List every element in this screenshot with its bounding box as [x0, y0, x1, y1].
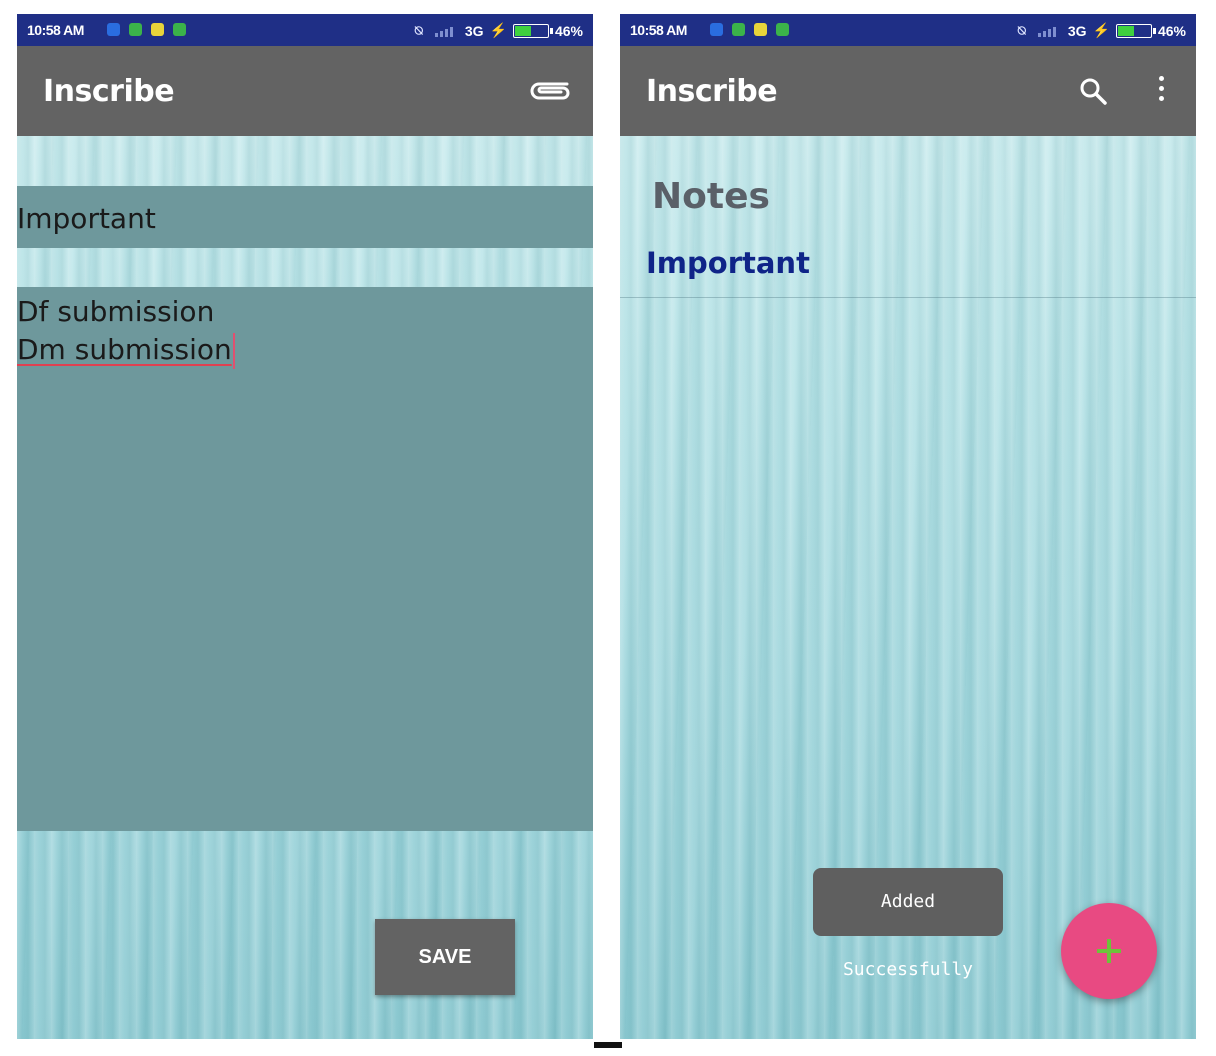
app-title: Inscribe — [43, 74, 175, 109]
note-title-value: Important — [17, 202, 156, 235]
paperclip-icon[interactable] — [527, 76, 573, 106]
note-body-line-with-cursor: Dm submission — [17, 331, 593, 369]
notification-icon — [754, 23, 767, 36]
battery-percent: 46% — [554, 22, 583, 39]
notification-icon — [732, 23, 745, 36]
network-type: 3G — [464, 22, 484, 39]
mute-icon: ⍉ — [414, 22, 423, 38]
add-note-button[interactable] — [1061, 903, 1157, 999]
notification-icon — [151, 23, 164, 36]
charging-icon: ⚡ — [489, 22, 507, 38]
app-title: Inscribe — [646, 74, 778, 109]
status-time: 10:58 AM — [27, 22, 84, 38]
app-bar: Inscribe — [17, 46, 593, 136]
signal-icon — [434, 25, 459, 37]
status-bar: 10:58 AM ⍉ 3G ⚡ 46% — [620, 14, 1196, 46]
list-item[interactable]: Important — [620, 236, 1196, 298]
notification-icon — [129, 23, 142, 36]
status-time: 10:58 AM — [630, 22, 687, 38]
notes-heading: Notes — [652, 176, 770, 217]
notification-icon — [710, 23, 723, 36]
search-icon[interactable] — [1078, 76, 1108, 106]
network-type: 3G — [1067, 22, 1087, 39]
app-bar: Inscribe — [620, 46, 1196, 136]
note-body-input[interactable]: Df submission Dm submission — [17, 287, 593, 831]
toast-message: Added Successfully — [813, 868, 1003, 980]
status-bar: 10:58 AM ⍉ 3G ⚡ 46% — [17, 14, 593, 46]
charging-icon: ⚡ — [1092, 22, 1110, 38]
divider — [594, 1042, 622, 1048]
battery-icon — [512, 23, 553, 38]
editor-screen: 10:58 AM ⍉ 3G ⚡ 46% Inscribe Important D… — [17, 14, 593, 1039]
battery-percent: 46% — [1157, 22, 1186, 39]
mute-icon: ⍉ — [1017, 22, 1026, 38]
note-body-line: Df submission — [17, 295, 215, 328]
more-vert-icon[interactable] — [1156, 76, 1166, 106]
plus-icon — [1097, 939, 1121, 963]
battery-icon — [1115, 23, 1156, 38]
note-body-line: Dm submission — [17, 333, 232, 366]
signal-icon — [1037, 25, 1062, 37]
note-title-input[interactable]: Important — [17, 186, 593, 248]
notification-icon — [776, 23, 789, 36]
notification-icon — [107, 23, 120, 36]
save-button[interactable]: SAVE — [375, 919, 515, 995]
notification-icon — [173, 23, 186, 36]
note-title: Important — [646, 246, 810, 280]
text-cursor — [232, 333, 235, 369]
notes-list-screen: 10:58 AM ⍉ 3G ⚡ 46% Inscribe Notes Impor… — [620, 14, 1196, 1039]
